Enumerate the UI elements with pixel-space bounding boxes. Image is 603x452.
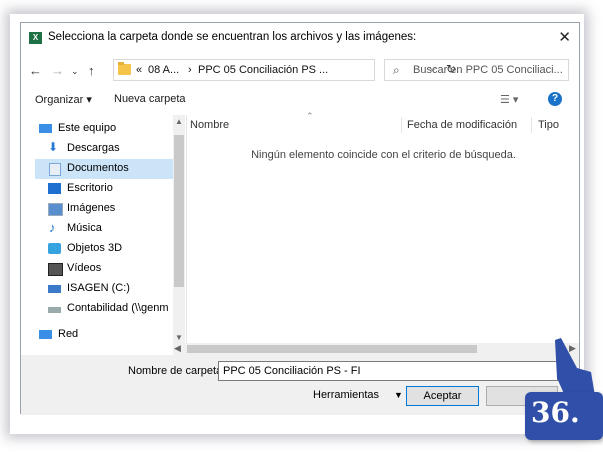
nav-label: Red [58,328,79,340]
column-name[interactable]: Nombre [190,119,229,131]
breadcrumb-current[interactable]: PPC 05 Conciliación PS ... [198,64,328,76]
search-placeholder: Buscar en PPC 05 Conciliaci... [413,64,563,76]
breadcrumb-parent[interactable]: 08 A... [148,64,179,76]
nav-item-escritorio[interactable]: Escritorio [35,179,173,199]
nav-label: Escritorio [67,182,113,194]
nav-item-objetos-3d[interactable]: Objetos 3D [35,239,173,259]
empty-results-message: Ningún elemento coincide con el criterio… [251,149,516,161]
nav-item-videos[interactable]: Vídeos [35,259,173,279]
nav-label: Contabilidad (\\genm [67,302,169,314]
drive-icon [48,285,61,293]
sort-up-icon: ⌃ [306,111,314,121]
forward-arrow-icon[interactable]: → [51,63,64,78]
objects3d-icon [48,243,61,254]
column-separator[interactable] [531,117,532,133]
pictures-icon [48,203,63,216]
command-bar: Organizar ▾ Nueva carpeta ☰ ▾ ? [21,87,579,113]
music-icon: ♪ [49,220,56,235]
nav-item-este-equipo[interactable]: Este equipo [35,119,173,139]
nav-item-imagenes[interactable]: Imágenes [35,199,173,219]
step-number: 36. [531,396,580,429]
videos-icon [48,263,63,276]
new-folder-button[interactable]: Nueva carpeta [114,93,186,105]
nav-item-documentos[interactable]: Documentos [35,159,173,179]
nav-label: Imágenes [67,202,116,214]
network-drive-icon [48,307,61,313]
scroll-up-icon[interactable]: ▲ [175,117,183,126]
nav-label: Música [67,222,102,234]
pc-icon [39,124,52,133]
nav-label: Documentos [67,162,129,174]
address-row: ← → ⌄ ↑ « 08 A... › PPC 05 Conciliación … [21,53,579,87]
folder-picker-dialog: X Selecciona la carpeta donde se encuent… [20,22,580,415]
scrollbar-thumb[interactable] [174,135,184,287]
up-arrow-icon[interactable]: ↑ [88,63,95,78]
nav-item-musica[interactable]: ♪ Música [35,219,173,239]
organize-button[interactable]: Organizar ▾ [35,93,92,106]
nav-item-red[interactable]: Red [35,325,173,343]
nav-label: Descargas [67,142,120,154]
title-bar: X Selecciona la carpeta donde se encuent… [21,23,579,53]
search-icon: ⌕ [393,63,400,77]
search-input[interactable]: ⌕ Buscar en PPC 05 Conciliaci... [384,59,569,81]
pointing-hand-icon [555,338,595,396]
address-bar[interactable]: « 08 A... › PPC 05 Conciliación PS ... ⌵ [113,59,437,81]
step-badge: 36. [505,338,603,440]
column-modified[interactable]: Fecha de modificación [407,119,517,131]
folder-icon [118,62,131,75]
view-options-icon[interactable]: ☰ ▾ [500,93,518,106]
column-separator[interactable] [401,117,402,133]
column-type[interactable]: Tipo [538,119,559,131]
nav-label: Este equipo [58,122,117,134]
close-icon[interactable]: ✕ [558,28,571,46]
folder-name-label: Nombre de carpeta: [128,365,226,377]
dialog-title: Selecciona la carpeta donde se encuentra… [48,31,417,43]
accept-button[interactable]: Aceptar [406,386,479,406]
breadcrumb-overflow[interactable]: « [136,64,142,76]
network-icon [39,330,52,339]
help-icon[interactable]: ? [548,92,562,106]
desktop-icon [48,183,61,194]
back-arrow-icon[interactable]: ← [29,63,42,78]
nav-item-isagen-drive[interactable]: ISAGEN (C:) [35,279,173,299]
recent-dropdown-icon[interactable]: ⌄ [71,66,79,77]
nav-label: Objetos 3D [67,242,123,254]
chevron-down-icon[interactable]: ▼ [394,390,403,400]
scroll-left-icon[interactable]: ◀ [174,343,181,354]
scrollbar-thumb[interactable] [187,345,477,353]
nav-item-contabilidad[interactable]: Contabilidad (\\genm [35,299,173,319]
tools-button[interactable]: Herramientas [313,389,379,401]
dialog-footer: Nombre de carpeta: PPC 05 Conciliación P… [21,355,579,415]
documents-icon [49,163,61,176]
scroll-down-icon[interactable]: ▼ [175,333,183,342]
nav-label: ISAGEN (C:) [67,282,130,294]
excel-icon: X [29,32,42,44]
breadcrumb-separator: › [188,64,192,76]
navigation-pane: Este equipo ⬇ Descargas Documentos Escri… [35,115,173,343]
nav-vertical-scrollbar[interactable]: ▲ ▼ [173,115,185,343]
nav-label: Vídeos [67,262,102,274]
nav-item-descargas[interactable]: ⬇ Descargas [35,139,173,159]
download-icon: ⬇ [48,140,59,154]
